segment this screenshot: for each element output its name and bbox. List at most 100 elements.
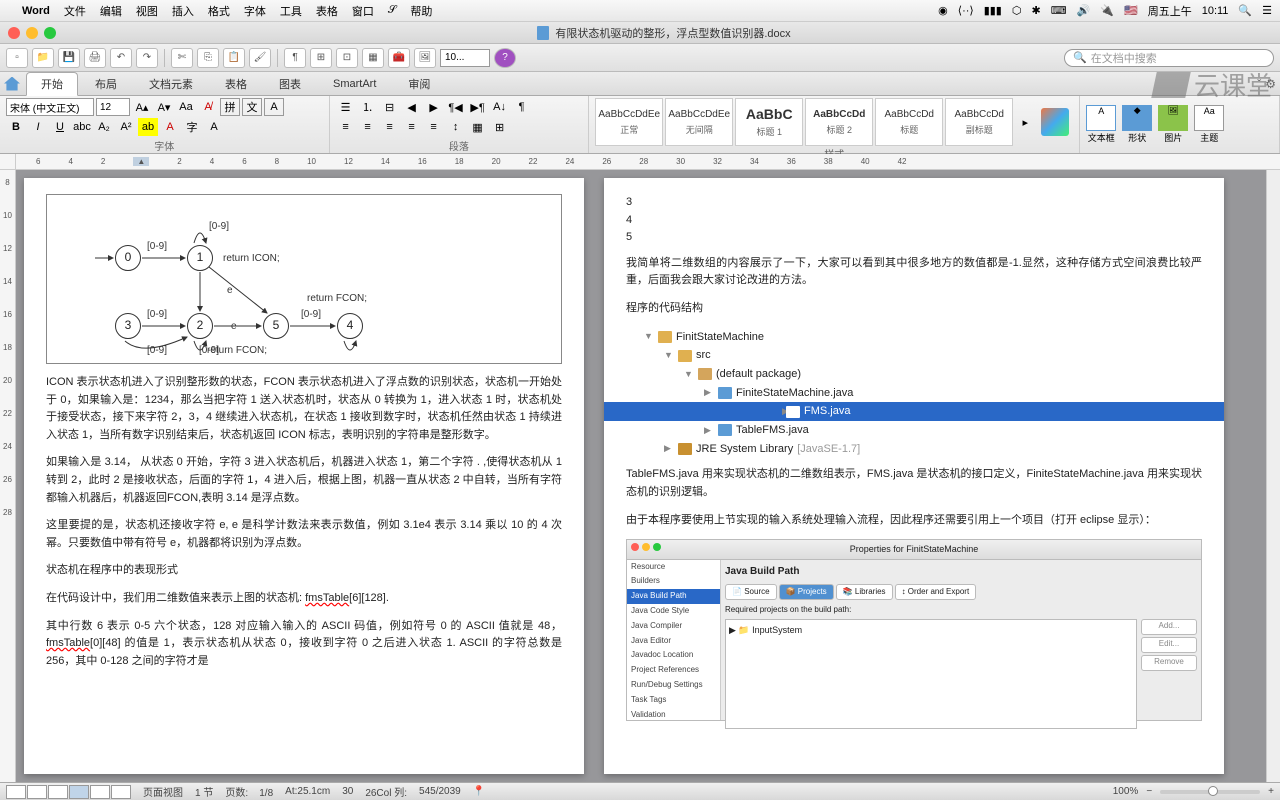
style-subtitle[interactable]: AaBbCcDd副标题 (945, 98, 1013, 146)
char-shading-button[interactable]: 字 (182, 118, 202, 136)
wifi-icon[interactable]: ⌨ (1051, 4, 1067, 17)
strike-button[interactable]: abc (72, 118, 92, 136)
theme-colors-icon[interactable] (1041, 108, 1069, 136)
help-button[interactable]: ? (494, 48, 516, 68)
tab-review[interactable]: 审阅 (393, 72, 445, 96)
zoom-out-button[interactable]: − (1146, 786, 1152, 797)
picture-button[interactable]: 🖼 (1158, 105, 1188, 131)
tab-smartart[interactable]: SmartArt (318, 74, 391, 94)
indent-left-button[interactable]: ◀ (402, 98, 422, 116)
page-2[interactable]: 3 4 5 我简单将二维数组的内容展示了一下，大家可以看到其中很多地方的数值都是… (604, 178, 1224, 774)
tab-elements[interactable]: 文档元素 (134, 72, 208, 96)
style-h1[interactable]: AaBbC标题 1 (735, 98, 803, 146)
enclose-button[interactable]: 文 (242, 98, 262, 116)
align-center-button[interactable]: ≡ (358, 118, 378, 136)
menu-window[interactable]: 窗口 (352, 3, 374, 19)
battery-icon[interactable]: ▮▮▮ (984, 4, 1002, 17)
undo-button[interactable]: ↶ (110, 48, 132, 68)
dropbox-icon[interactable]: ⬡ (1012, 4, 1022, 17)
search-input[interactable]: 🔍 在文档中搜索 (1064, 49, 1274, 67)
grow-font-button[interactable]: A▴ (132, 98, 152, 116)
vertical-scrollbar[interactable] (1266, 170, 1280, 782)
style-title[interactable]: AaBbCcDd标题 (875, 98, 943, 146)
power-icon[interactable]: 🔌 (1100, 4, 1114, 17)
gallery-button[interactable]: ▦ (362, 48, 384, 68)
sync-icon[interactable]: ⟨··⟩ (958, 4, 974, 17)
align-right-button[interactable]: ≡ (380, 118, 400, 136)
status-dot-icon[interactable]: ◉ (938, 4, 948, 17)
zoom-button[interactable] (44, 27, 56, 39)
tab-home[interactable]: 开始 (26, 72, 78, 96)
bullets-button[interactable]: ☰ (336, 98, 356, 116)
multilevel-button[interactable]: ⊟ (380, 98, 400, 116)
menu-table[interactable]: 表格 (316, 3, 338, 19)
view-publish-button[interactable] (48, 785, 68, 799)
sort-button[interactable]: A↓ (490, 98, 510, 116)
zoom-select[interactable]: 10... (440, 49, 490, 67)
highlight-button[interactable]: ab (138, 118, 158, 136)
script-icon[interactable]: 𝒮 (388, 4, 397, 17)
show-all-button[interactable]: ⊞ (310, 48, 332, 68)
app-name[interactable]: Word (22, 5, 50, 17)
rtl-button[interactable]: ▶¶ (468, 98, 488, 116)
vertical-ruler[interactable]: 810121416182022242628 (0, 170, 16, 782)
open-button[interactable]: 📁 (32, 48, 54, 68)
font-size-select[interactable]: 12 (96, 98, 130, 116)
view-draft-button[interactable] (6, 785, 26, 799)
shrink-font-button[interactable]: A▾ (154, 98, 174, 116)
font-name-select[interactable]: 宋体 (中文正文) (6, 98, 94, 116)
shading-button[interactable]: ▦ (468, 118, 488, 136)
view-outline-button[interactable] (27, 785, 47, 799)
line-spacing-button[interactable]: ↕ (446, 118, 466, 136)
phonetic-button[interactable]: 拼 (220, 98, 240, 116)
media-button[interactable]: 🖼 (414, 48, 436, 68)
zoom-in-button[interactable]: + (1268, 786, 1274, 797)
ltr-button[interactable]: ¶◀ (446, 98, 466, 116)
new-button[interactable]: ▫ (6, 48, 28, 68)
menu-help[interactable]: 帮助 (410, 3, 432, 19)
home-icon[interactable] (4, 77, 20, 91)
cut-button[interactable]: ✄ (171, 48, 193, 68)
copy-button[interactable]: ⎘ (197, 48, 219, 68)
change-case-button[interactable]: Aa (176, 98, 196, 116)
redo-button[interactable]: ↷ (136, 48, 158, 68)
style-h2[interactable]: AaBbCcDd标题 2 (805, 98, 873, 146)
justify-button[interactable]: ≡ (402, 118, 422, 136)
save-button[interactable]: 💾 (58, 48, 80, 68)
style-normal[interactable]: AaBbCcDdEe正常 (595, 98, 663, 146)
menu-insert[interactable]: 插入 (172, 3, 194, 19)
char-border-button[interactable]: A (264, 98, 284, 116)
sidebar-button[interactable]: ⊡ (336, 48, 358, 68)
track-changes-icon[interactable]: 📍 (473, 786, 485, 797)
notifications-icon[interactable]: ☰ (1262, 4, 1272, 17)
menu-edit[interactable]: 编辑 (100, 3, 122, 19)
zoom-slider[interactable] (1160, 790, 1260, 794)
view-notebook-button[interactable] (90, 785, 110, 799)
underline-button[interactable]: U (50, 118, 70, 136)
clock-day[interactable]: 周五上午 (1148, 3, 1192, 19)
menu-file[interactable]: 文件 (64, 3, 86, 19)
view-print-button[interactable] (69, 785, 89, 799)
paste-button[interactable]: 📋 (223, 48, 245, 68)
indent-right-button[interactable]: ▶ (424, 98, 444, 116)
view-focus-button[interactable] (111, 785, 131, 799)
borders-button[interactable]: ⊞ (490, 118, 510, 136)
numbering-button[interactable]: ⒈ (358, 98, 378, 116)
format-painter-button[interactable]: 🖌 (249, 48, 271, 68)
font-color-button[interactable]: A (160, 118, 180, 136)
clear-format-button[interactable]: A̸ (198, 98, 218, 116)
menu-font[interactable]: 字体 (244, 3, 266, 19)
toolbox-button[interactable]: 🧰 (388, 48, 410, 68)
align-left-button[interactable]: ≡ (336, 118, 356, 136)
tab-layout[interactable]: 布局 (80, 72, 132, 96)
menu-format[interactable]: 格式 (208, 3, 230, 19)
styles-more-button[interactable]: ▸ (1015, 113, 1035, 131)
bold-button[interactable]: B (6, 118, 26, 136)
distribute-button[interactable]: ≡ (424, 118, 444, 136)
char-circle-button[interactable]: A (204, 118, 224, 136)
theme-button[interactable]: Aa (1194, 105, 1224, 131)
tab-chart[interactable]: 图表 (264, 72, 316, 96)
subscript-button[interactable]: A₂ (94, 118, 114, 136)
show-marks-button[interactable]: ¶ (512, 98, 532, 116)
superscript-button[interactable]: A² (116, 118, 136, 136)
